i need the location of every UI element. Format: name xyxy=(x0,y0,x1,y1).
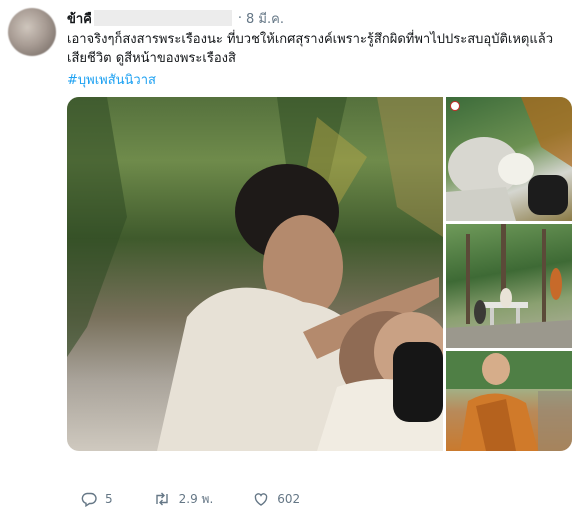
retweet-count: 2.9 พ. xyxy=(178,491,214,506)
retweet-button[interactable]: 2.9 พ. xyxy=(153,490,214,509)
hashtag-link[interactable]: #บุพเพสันนิวาส xyxy=(67,69,156,90)
reply-icon xyxy=(81,491,97,507)
tweet-header: ข้าคื · 8 มี.ค. xyxy=(67,9,284,27)
photo-bottom-illustration xyxy=(446,351,572,451)
redacted-handle xyxy=(93,10,232,26)
like-button[interactable]: 602 xyxy=(253,491,300,507)
tweet-text: เอาจริงๆก็สงสารพระเรืองนะ ที่บวชให้เกศสุ… xyxy=(67,32,554,66)
like-count: 602 xyxy=(277,492,301,506)
photo-bottom-right[interactable] xyxy=(446,351,572,451)
avatar[interactable] xyxy=(8,8,56,56)
photo-main-illustration xyxy=(67,97,443,451)
photo-top-right[interactable] xyxy=(446,97,572,221)
media-grid xyxy=(67,97,572,451)
tweet-date[interactable]: 8 มี.ค. xyxy=(246,8,284,29)
author-name[interactable]: ข้าคื xyxy=(67,8,92,29)
reply-count: 5 xyxy=(105,492,113,506)
photo-main[interactable] xyxy=(67,97,443,451)
heart-icon xyxy=(253,491,269,507)
photo-top-illustration xyxy=(446,97,572,221)
retweet-icon xyxy=(153,491,171,507)
photo-middle-illustration xyxy=(446,224,572,348)
tweet-card[interactable]: ข้าคื · 8 มี.ค. เอาจริงๆก็สงสารพระเรืองน… xyxy=(0,0,580,516)
tweet-actions: 5 2.9 พ. 602 xyxy=(81,488,300,510)
header-separator: · xyxy=(237,10,243,26)
photo-middle-right[interactable] xyxy=(446,224,572,348)
channel-logo-icon xyxy=(450,101,460,111)
reply-button[interactable]: 5 xyxy=(81,491,113,507)
